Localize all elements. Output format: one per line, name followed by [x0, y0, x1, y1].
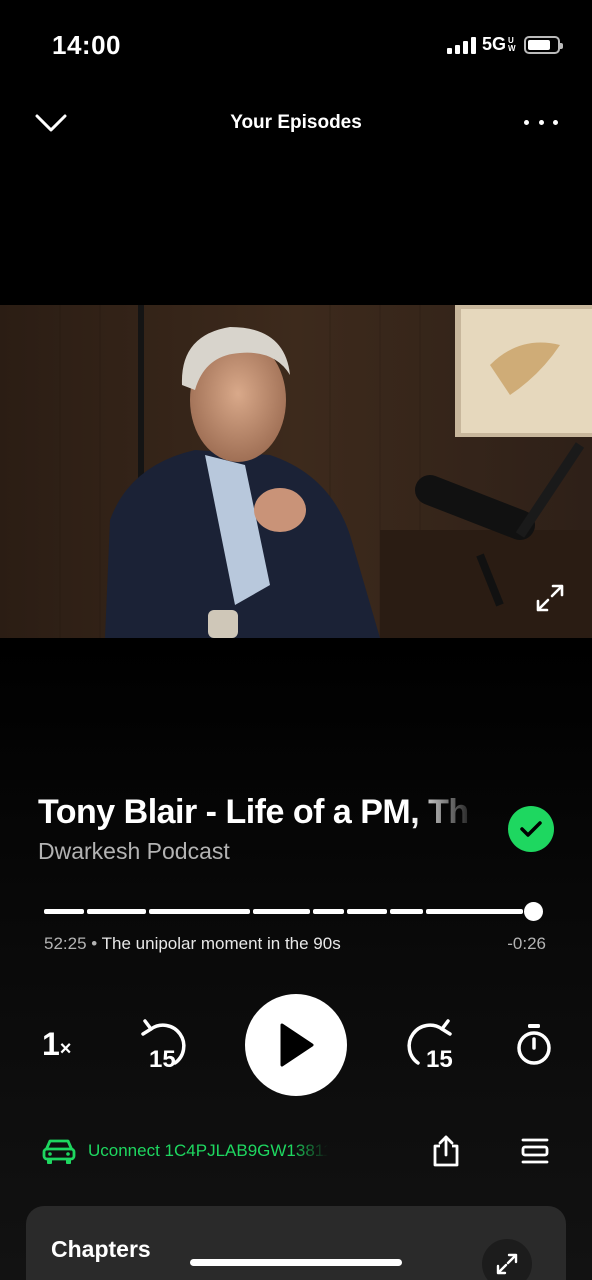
car-icon[interactable] — [42, 1137, 76, 1165]
status-indicators: 5G UW — [446, 34, 563, 55]
more-options-icon[interactable] — [524, 112, 558, 132]
status-time: 14:00 — [52, 30, 121, 60]
time-separator: • — [86, 934, 102, 953]
sleep-timer-icon[interactable] — [514, 1022, 554, 1066]
chapters-card[interactable]: Chapters — [26, 1206, 566, 1280]
video-player[interactable] — [0, 305, 592, 638]
signal-icon — [446, 36, 476, 54]
chapter-segment — [347, 909, 387, 914]
chapter-segment — [313, 909, 344, 914]
chapter-segment — [44, 909, 84, 914]
skip-back-seconds: 15 — [149, 1046, 176, 1073]
speed-value: 1 — [42, 1026, 60, 1062]
now-playing-screen: 14:00 5G UW Your Episodes Tony Blair - L… — [0, 0, 592, 1280]
current-chapter-name[interactable]: The unipolar moment in the 90s — [102, 934, 341, 953]
chapter-segment — [253, 909, 310, 914]
home-indicator[interactable] — [190, 1259, 402, 1266]
speed-suffix: × — [59, 1038, 72, 1060]
connected-device-name[interactable]: Uconnect 1C4PJLAB9GW13811 — [88, 1141, 328, 1161]
fullscreen-icon[interactable] — [534, 582, 566, 614]
added-checkmark-button[interactable] — [508, 806, 554, 852]
battery-icon — [524, 35, 563, 54]
elapsed-time: 52:25 — [44, 934, 87, 953]
header-title: Your Episodes — [230, 112, 362, 133]
network-superscript: UW — [508, 35, 516, 53]
play-icon — [280, 1023, 314, 1067]
forward-icon: 15 — [407, 1019, 453, 1073]
queue-icon[interactable] — [520, 1137, 550, 1165]
chapter-segment — [87, 909, 146, 914]
expand-icon — [496, 1253, 518, 1275]
skip-forward-seconds: 15 — [426, 1046, 453, 1073]
show-name[interactable]: Dwarkesh Podcast — [38, 838, 230, 865]
network-label: 5G — [481, 34, 506, 54]
rewind-icon: 15 — [141, 1019, 186, 1073]
play-button[interactable] — [245, 994, 347, 1096]
progress-bar[interactable] — [44, 902, 544, 921]
skip-forward-button[interactable]: 15 — [404, 1017, 460, 1073]
chapter-segment — [149, 909, 250, 914]
chapter-segment — [426, 909, 523, 914]
elapsed-time-row: 52:25 • The unipolar moment in the 90s — [44, 934, 341, 954]
chapters-title: Chapters — [51, 1236, 151, 1262]
skip-back-button[interactable]: 15 — [133, 1017, 189, 1073]
progress-thumb[interactable] — [524, 902, 544, 921]
checkmark-icon — [520, 821, 542, 837]
chapter-segment — [390, 909, 423, 914]
share-icon[interactable] — [431, 1134, 461, 1168]
video-frame — [0, 305, 592, 638]
episode-title[interactable]: Tony Blair - Life of a PM, Th — [38, 793, 478, 832]
remaining-time: -0:26 — [507, 934, 546, 953]
chapters-expand-button[interactable] — [482, 1239, 532, 1280]
playback-speed-button[interactable]: 1× — [42, 1026, 71, 1063]
